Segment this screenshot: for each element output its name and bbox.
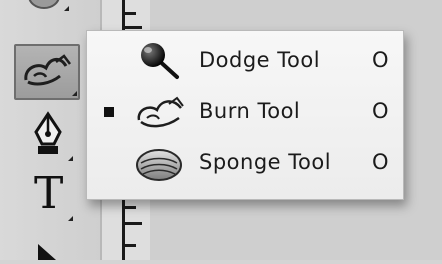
- type-icon: T: [34, 168, 64, 219]
- menu-item-label: Sponge Tool: [199, 150, 332, 174]
- ruler-tick: [122, 206, 136, 209]
- burn-tool-button[interactable]: [14, 44, 80, 100]
- tools-panel: T: [0, 0, 100, 260]
- submenu-indicator-icon: [68, 216, 73, 221]
- menu-item-shortcut: O: [372, 99, 389, 123]
- pen-tool-button[interactable]: [28, 110, 73, 161]
- sponge-icon: [136, 149, 182, 181]
- toning-tools-flyout-menu: Dodge Tool O Burn Tool O Sponge Tool O: [86, 30, 404, 200]
- pen-icon: [34, 111, 62, 154]
- ruler-tick: [122, 26, 142, 29]
- menu-item-label: Dodge Tool: [199, 48, 321, 72]
- submenu-indicator-icon: [72, 91, 77, 96]
- path-selection-icon: [38, 244, 56, 260]
- menu-item-label: Burn Tool: [199, 99, 301, 123]
- menu-item-burn-tool[interactable]: Burn Tool O: [87, 88, 403, 136]
- submenu-indicator-icon: [68, 156, 73, 161]
- ruler-tick: [122, 244, 136, 247]
- ruler-tick: [122, 200, 125, 260]
- burn-icon: [137, 96, 184, 128]
- menu-item-dodge-tool[interactable]: Dodge Tool O: [87, 37, 403, 85]
- menu-item-shortcut: O: [372, 150, 389, 174]
- type-tool-button[interactable]: T: [30, 168, 74, 224]
- dodge-icon: [141, 43, 179, 79]
- menu-item-sponge-tool[interactable]: Sponge Tool O: [87, 139, 403, 187]
- blur-tool-button[interactable]: [24, 0, 70, 16]
- ruler-tick: [122, 12, 136, 15]
- ruler-tick: [122, 222, 142, 225]
- path-selection-tool-button[interactable]: [34, 240, 64, 260]
- menu-item-shortcut: O: [372, 48, 389, 72]
- submenu-indicator-icon: [64, 6, 69, 11]
- active-tool-indicator: [104, 107, 114, 117]
- burn-icon: [24, 54, 71, 86]
